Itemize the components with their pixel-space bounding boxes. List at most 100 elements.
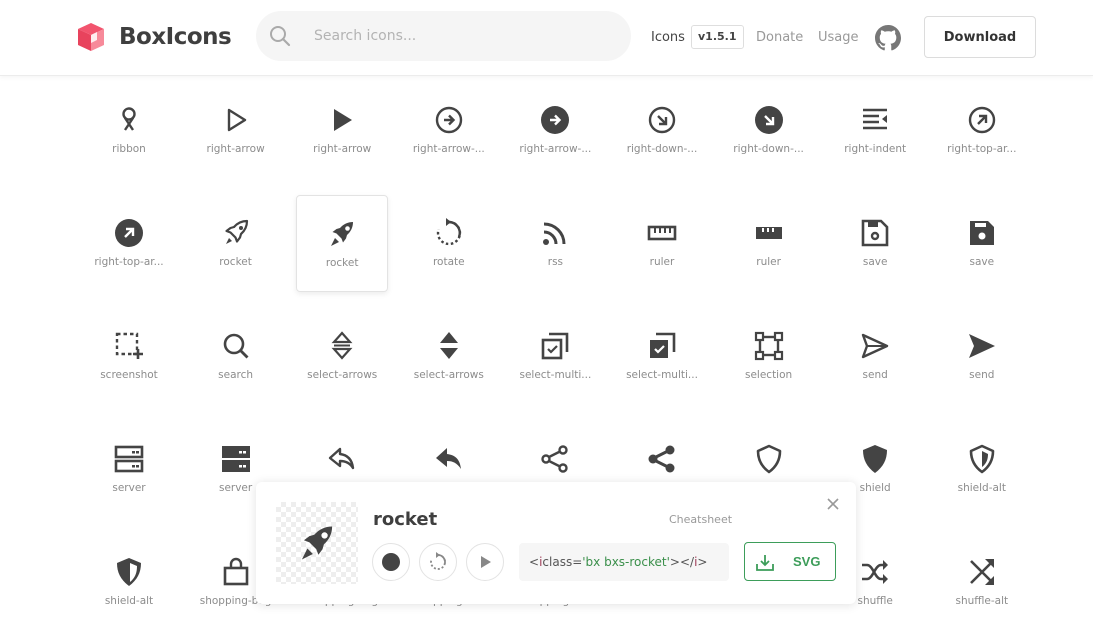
icon-tile-right-indent[interactable]: right-indent — [822, 82, 928, 178]
right-down-arrow-circle-solid-icon — [753, 104, 785, 136]
icon-label: rss — [547, 256, 564, 268]
right-arrow-circle-solid-icon — [539, 104, 571, 136]
rotate-animation-button[interactable] — [419, 543, 457, 581]
ruler-solid-icon — [753, 217, 785, 249]
icon-preview — [276, 502, 358, 584]
logo-text: BoxIcons — [119, 24, 232, 50]
nav-donate-link[interactable]: Donate — [756, 0, 803, 75]
icon-label: select-arrows — [307, 369, 378, 381]
icon-tile-right-arrow-circle[interactable]: right-arrow-... — [396, 82, 502, 178]
icon-tile-ruler[interactable]: ruler — [609, 195, 715, 291]
shield-solid-icon — [859, 443, 891, 475]
icon-label: send — [969, 369, 995, 381]
icon-tile-rss[interactable]: rss — [502, 195, 608, 291]
nav-icons-link[interactable]: Icons — [651, 0, 685, 75]
icon-label: shield-alt — [104, 595, 154, 607]
icon-tile-select-arrows[interactable]: select-arrows — [289, 308, 395, 404]
icon-tile-select-arrows-solid[interactable]: select-arrows — [396, 308, 502, 404]
icon-tile-right-top-arrow-circle-solid[interactable]: right-top-ar... — [76, 195, 182, 291]
close-icon[interactable] — [825, 496, 841, 512]
logo[interactable]: BoxIcons — [74, 20, 232, 54]
download-svg-button[interactable]: SVG — [744, 542, 836, 581]
icon-label: right-down-... — [626, 143, 698, 155]
shuffle-alt-icon — [966, 556, 998, 588]
save-icon — [859, 217, 891, 249]
icon-tile-select-multiple[interactable]: select-multi... — [502, 308, 608, 404]
icon-label: shield — [859, 482, 891, 494]
icon-tile-play-solid[interactable]: right-arrow — [289, 82, 395, 178]
icon-label: right-arrow-... — [519, 143, 592, 155]
share-alt-solid-icon — [646, 443, 678, 475]
icon-label: send — [862, 369, 888, 381]
code-attr: class= — [542, 555, 583, 569]
icon-label: selection — [744, 369, 793, 381]
rss-icon — [539, 217, 571, 249]
icon-label: shuffle — [857, 595, 893, 607]
icon-tile-right-down-arrow-circle[interactable]: right-down-... — [609, 82, 715, 178]
icon-tile-rocket-solid[interactable]: rocket — [296, 195, 389, 292]
shuffle-icon — [859, 556, 891, 588]
icon-label: ribbon — [112, 143, 146, 155]
save-solid-icon — [966, 217, 998, 249]
icon-label: right-arrow — [313, 143, 372, 155]
send-solid-icon — [966, 330, 998, 362]
icon-label: search — [218, 369, 254, 381]
icon-label: screenshot — [100, 369, 158, 381]
code-snippet[interactable]: < i class='bx bxs-rocket' ></i > — [519, 543, 729, 581]
right-indent-icon — [859, 104, 891, 136]
screenshot-icon — [113, 330, 145, 362]
icon-label: select-arrows — [413, 369, 484, 381]
icon-label: server — [112, 482, 146, 494]
svg-button-label: SVG — [793, 554, 821, 569]
selection-icon — [753, 330, 785, 362]
send-icon — [859, 330, 891, 362]
icon-tile-screenshot[interactable]: screenshot — [76, 308, 182, 404]
icon-label: select-multi... — [626, 369, 698, 381]
icon-tile-select-multiple-solid[interactable]: select-multi... — [609, 308, 715, 404]
search-bar[interactable] — [256, 11, 631, 61]
github-icon[interactable] — [875, 25, 901, 51]
shield-icon — [753, 443, 785, 475]
share-alt-icon — [539, 443, 571, 475]
shopping-bag-icon — [220, 556, 252, 588]
search-input[interactable] — [314, 28, 594, 44]
right-arrow-circle-icon — [433, 104, 465, 136]
icon-tile-selection[interactable]: selection — [716, 308, 822, 404]
icon-tile-shuffle-alt[interactable]: shuffle-alt — [929, 534, 1035, 630]
icon-label: right-top-ar... — [947, 143, 1017, 155]
icon-tile-right-down-arrow-circle-solid[interactable]: right-down-... — [716, 82, 822, 178]
nav-usage-link[interactable]: Usage — [818, 0, 859, 75]
icon-tile-save[interactable]: save — [822, 195, 928, 291]
code-open-bracket: < — [529, 555, 540, 569]
icon-tile-send[interactable]: send — [822, 308, 928, 404]
code-close-bracket: > — [697, 555, 708, 569]
download-button[interactable]: Download — [924, 16, 1036, 58]
icon-tile-rotate[interactable]: rotate — [396, 195, 502, 291]
download-icon — [756, 554, 774, 571]
icon-label: right-arrow — [206, 143, 265, 155]
icon-tile-right-top-arrow-circle[interactable]: right-top-ar... — [929, 82, 1035, 178]
shield-alt-solid-icon — [113, 556, 145, 588]
icon-tile-search[interactable]: search — [183, 308, 289, 404]
cheatsheet-link[interactable]: Cheatsheet — [669, 513, 732, 526]
icon-tile-send-solid[interactable]: send — [929, 308, 1035, 404]
shield-alt-icon — [966, 443, 998, 475]
icon-tile-ruler-solid[interactable]: ruler — [716, 195, 822, 291]
icon-tile-shield-alt-solid[interactable]: shield-alt — [76, 534, 182, 630]
play-animation-button[interactable] — [466, 543, 504, 581]
icon-tile-ribbon[interactable]: ribbon — [76, 82, 182, 178]
icon-label: shield-alt — [957, 482, 1006, 494]
icon-tile-shield-alt[interactable]: shield-alt — [929, 421, 1035, 517]
icon-label: right-top-ar... — [94, 256, 164, 268]
icon-tile-play-outline[interactable]: right-arrow — [183, 82, 289, 178]
boxicons-logo-icon — [78, 23, 104, 51]
record-button[interactable] — [372, 543, 410, 581]
rotate-icon — [433, 217, 465, 249]
ribbon-icon — [113, 104, 145, 136]
icon-tile-save-solid[interactable]: save — [929, 195, 1035, 291]
icon-tile-right-arrow-circle-solid[interactable]: right-arrow-... — [502, 82, 608, 178]
icon-tile-rocket-outline[interactable]: rocket — [183, 195, 289, 291]
right-top-arrow-circle-icon — [966, 104, 998, 136]
icon-tile-server[interactable]: server — [76, 421, 182, 517]
header: BoxIcons Icons v1.5.1 Donate Usage Downl… — [0, 0, 1093, 76]
